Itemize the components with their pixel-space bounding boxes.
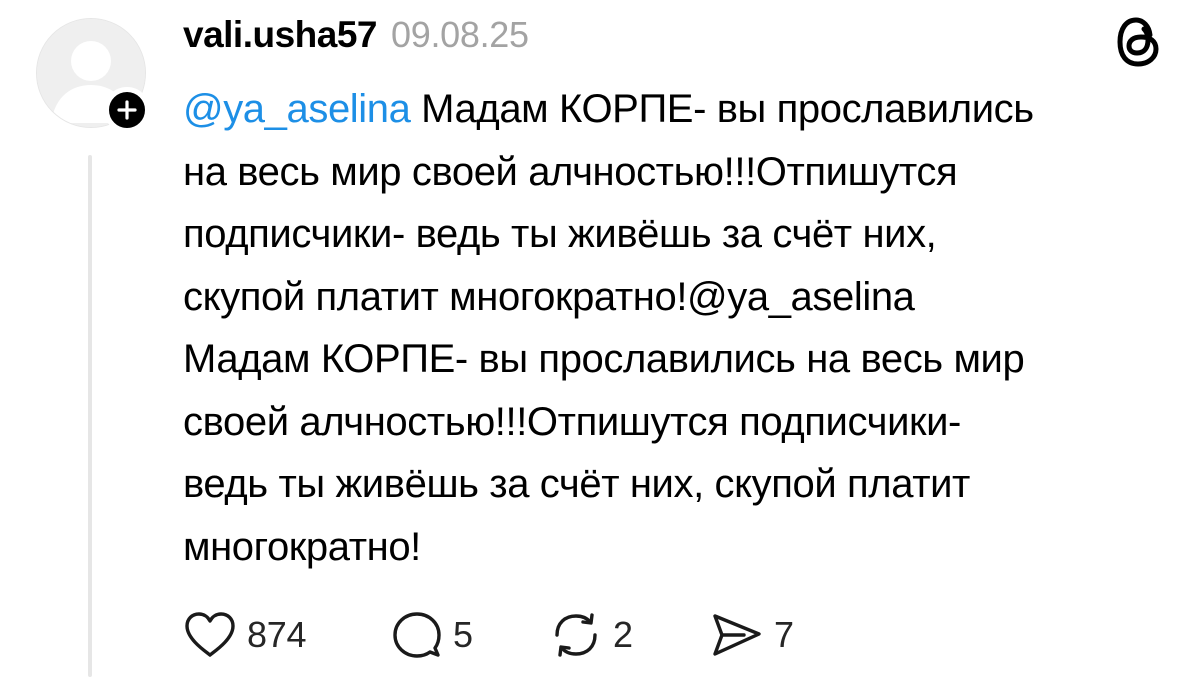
post-header: vali.usha57 09.08.25 xyxy=(183,14,529,66)
repost-button[interactable]: 2 xyxy=(549,605,633,665)
mention-link[interactable]: @ya_aselina xyxy=(183,87,411,131)
post-text-line: ведь ты живёшь за счёт них, скупой плати… xyxy=(183,462,970,506)
threads-logo-icon xyxy=(1114,14,1164,70)
post-text-line: своей алчностью!!!Отпишутся подписчики- xyxy=(183,399,961,444)
post-text-line: @ya_aselina Мадам КОРПЕ- вы прославились xyxy=(183,78,1183,141)
post-text-fragment: Мадам КОРПЕ- вы прославились xyxy=(410,87,1034,131)
plus-icon xyxy=(117,100,137,120)
post-actions: 874 5 2 7 xyxy=(183,605,823,665)
share-button[interactable]: 7 xyxy=(710,605,794,665)
heart-icon xyxy=(185,612,235,657)
author-username[interactable]: vali.usha57 xyxy=(183,14,378,56)
reply-count: 5 xyxy=(453,614,473,655)
comment-icon xyxy=(393,612,441,658)
post-text-line: многократно! xyxy=(183,524,421,569)
repost-icon xyxy=(555,613,597,657)
post-text: @ya_aselina Мадам КОРПЕ- вы прославились… xyxy=(183,78,1183,578)
post-text-line: подписчики- ведь ты живёшь за счёт них, xyxy=(183,212,937,256)
thread-post: vali.usha57 09.08.25 @ya_aselina Мадам К… xyxy=(0,0,1200,677)
post-text-line: на весь мир своей алчностью!!!Отпишутся xyxy=(183,149,958,194)
like-count: 874 xyxy=(247,614,307,655)
post-text-line: Мадам КОРПЕ- вы прославились на весь мир xyxy=(183,337,1025,381)
share-count: 7 xyxy=(774,614,794,655)
thread-line xyxy=(88,155,92,677)
post-text-line: скупой платит многократно!@ya_aselina xyxy=(183,274,915,319)
like-button[interactable]: 874 xyxy=(183,605,306,665)
post-timestamp: 09.08.25 xyxy=(391,14,529,55)
repost-count: 2 xyxy=(613,614,633,655)
reply-button[interactable]: 5 xyxy=(391,605,473,665)
follow-button[interactable] xyxy=(104,87,150,133)
send-icon xyxy=(713,614,761,656)
